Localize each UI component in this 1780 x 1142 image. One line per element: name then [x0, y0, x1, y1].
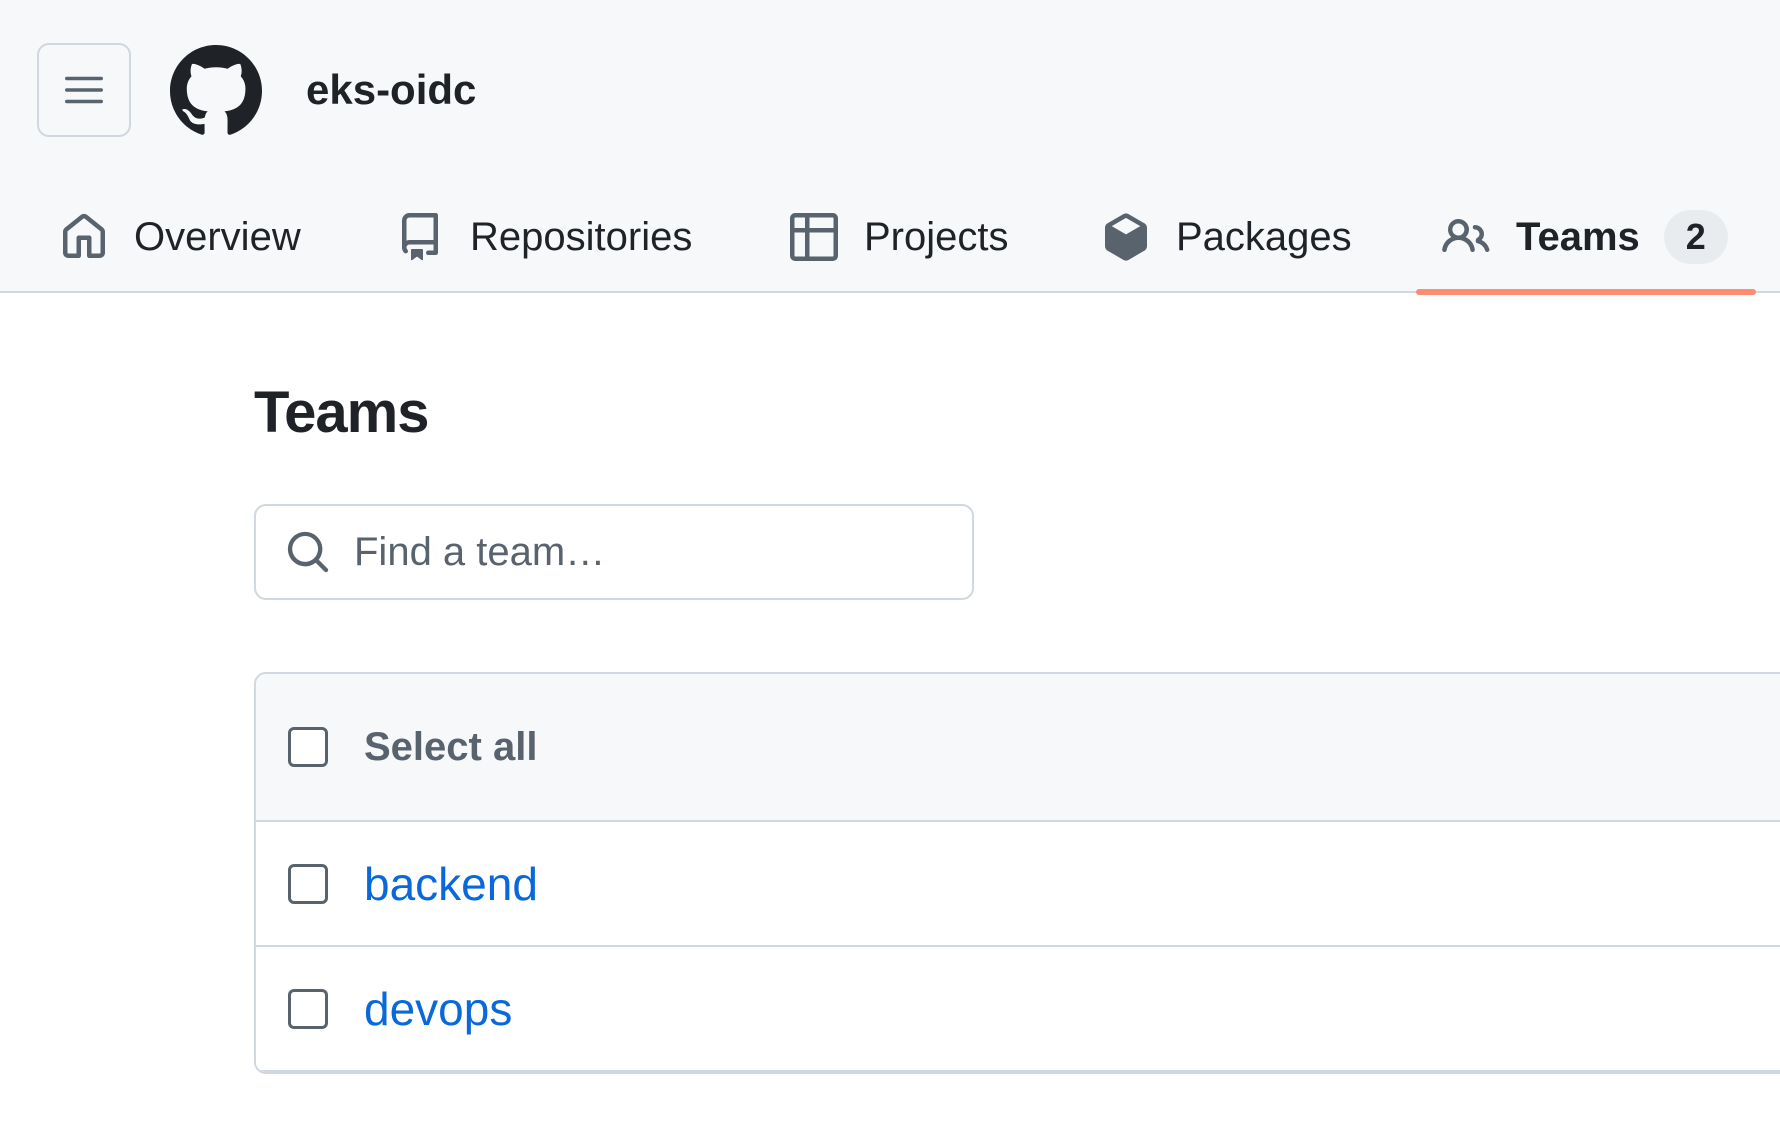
- team-link-backend[interactable]: backend: [364, 857, 538, 911]
- team-row: backend: [256, 822, 1780, 947]
- page-title: Teams: [254, 380, 429, 445]
- package-icon: [1100, 211, 1152, 263]
- teams-count-badge: 2: [1663, 209, 1728, 264]
- tab-label: Overview: [134, 214, 301, 259]
- team-checkbox[interactable]: [288, 863, 328, 904]
- org-nav-tabs: Overview Repositories Projects Packages: [0, 180, 1780, 293]
- tab-teams[interactable]: Teams 2: [1440, 180, 1728, 293]
- select-all-checkbox[interactable]: [288, 727, 328, 767]
- org-header: eks-oidc Overview Repositories Projects …: [0, 0, 1780, 295]
- tab-overview[interactable]: Overview: [58, 180, 301, 293]
- org-name[interactable]: eks-oidc: [306, 64, 476, 116]
- team-checkbox[interactable]: [288, 988, 328, 1029]
- github-mark-icon[interactable]: [170, 45, 262, 137]
- tab-projects[interactable]: Projects: [788, 180, 1009, 293]
- list-header: Select all: [256, 674, 1780, 822]
- team-link-devops[interactable]: devops: [364, 982, 512, 1036]
- repo-icon: [394, 211, 446, 263]
- tab-label: Teams: [1516, 214, 1640, 259]
- tab-label: Projects: [864, 214, 1009, 259]
- table-icon: [788, 211, 840, 263]
- tab-label: Packages: [1176, 214, 1352, 259]
- select-all-label[interactable]: Select all: [364, 725, 537, 770]
- menu-button[interactable]: [37, 43, 131, 137]
- tab-packages[interactable]: Packages: [1100, 180, 1352, 293]
- hamburger-icon: [65, 76, 103, 104]
- teams-list: Select all backend devops: [254, 672, 1780, 1074]
- selected-tab-underline: [1416, 289, 1756, 295]
- team-search-box[interactable]: [254, 504, 974, 600]
- tab-repositories[interactable]: Repositories: [394, 180, 692, 293]
- home-icon: [58, 211, 110, 263]
- people-icon: [1440, 211, 1492, 263]
- search-input[interactable]: [354, 529, 934, 575]
- team-row: devops: [256, 947, 1780, 1072]
- tab-label: Repositories: [470, 214, 693, 259]
- search-icon: [284, 528, 332, 576]
